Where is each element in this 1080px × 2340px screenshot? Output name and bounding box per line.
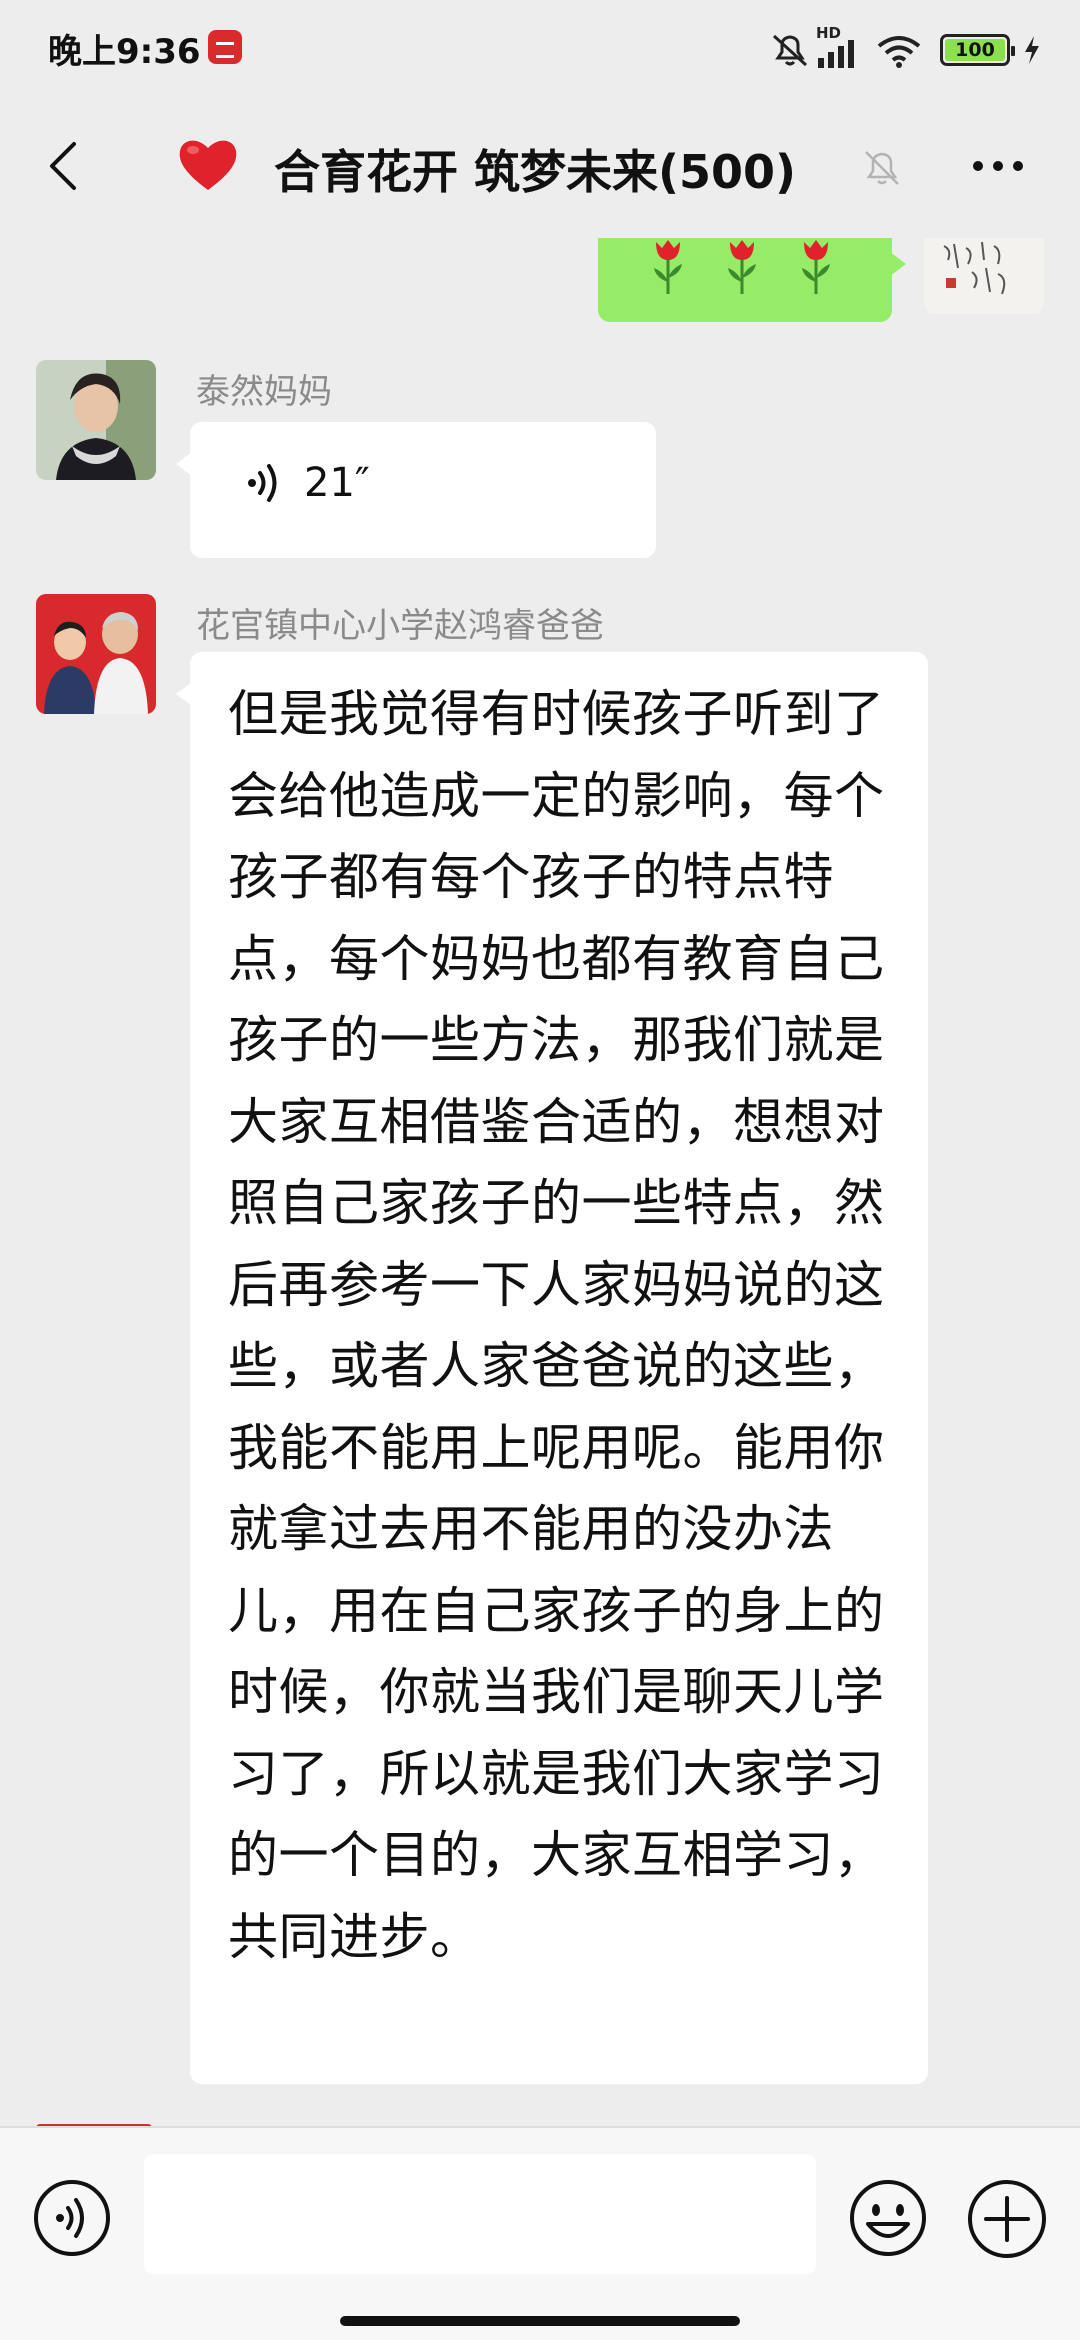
tulip-icon: [802, 240, 830, 294]
avatar[interactable]: [36, 360, 156, 480]
tulip-icon: [728, 240, 756, 294]
message-list[interactable]: 泰然妈妈 21″ 花官镇中心小学赵鸿睿爸爸 但是我觉得有时候孩子听到了会给他造成…: [0, 238, 1080, 2126]
battery-level: 100: [945, 39, 1005, 61]
tulip-emoji-row: [648, 238, 836, 296]
input-bar: [0, 2126, 1080, 2340]
sender-name: 泰然妈妈: [196, 372, 332, 412]
status-icons: HD 100: [770, 24, 1050, 70]
back-icon[interactable]: [40, 140, 92, 192]
calligraphy-avatar-image: [924, 238, 1044, 314]
home-indicator[interactable]: [340, 2316, 740, 2326]
signal-icon: [818, 40, 854, 68]
more-icon[interactable]: [968, 148, 1028, 184]
self-message-bubble[interactable]: [598, 238, 906, 322]
chat-header: 合育花开 筑梦未来(500): [0, 96, 1080, 238]
self-avatar[interactable]: [924, 238, 1044, 314]
avatar-image: [36, 594, 156, 714]
sender-name: 花官镇中心小学赵鸿睿爸爸: [196, 606, 604, 646]
heart-emoji-icon: [179, 140, 237, 190]
chat-title[interactable]: 合育花开 筑梦未来(500): [274, 136, 796, 202]
tulip-icon: [654, 240, 682, 294]
voice-message-bubble[interactable]: 21″: [176, 422, 656, 558]
text-message-bubble[interactable]: 但是我觉得有时候孩子听到了会给他造成一定的影响，每个孩子都有每个孩子的特点特点，…: [176, 652, 928, 2084]
emoji-icon[interactable]: [848, 2178, 928, 2258]
avatar[interactable]: [36, 594, 156, 714]
avatar-image: [36, 360, 156, 480]
charging-icon: [1025, 36, 1039, 64]
voice-message-content: 21″: [244, 460, 370, 506]
plus-icon[interactable]: [966, 2178, 1048, 2260]
message-text: 但是我觉得有时候孩子听到了会给他造成一定的影响，每个孩子都有每个孩子的特点特点，…: [228, 685, 885, 1966]
wifi-icon: [877, 36, 921, 68]
battery-icon: 100: [940, 34, 1015, 66]
status-time: 晚上9:36: [48, 32, 201, 72]
status-bar: 晚上9:36 HD 100: [0, 0, 1080, 96]
voice-toggle-icon[interactable]: [32, 2178, 112, 2258]
message-input[interactable]: [144, 2154, 816, 2274]
chat-screen: 晚上9:36 HD 100 合育花开 筑梦未来(500) 泰然妈妈 21″ 花官…: [0, 0, 1080, 2340]
app-notification-icon: [208, 30, 242, 64]
mute-icon: [772, 34, 808, 67]
voice-wave-icon: [248, 464, 277, 502]
muted-bell-icon: [865, 151, 899, 185]
voice-duration: 21″: [304, 460, 370, 506]
